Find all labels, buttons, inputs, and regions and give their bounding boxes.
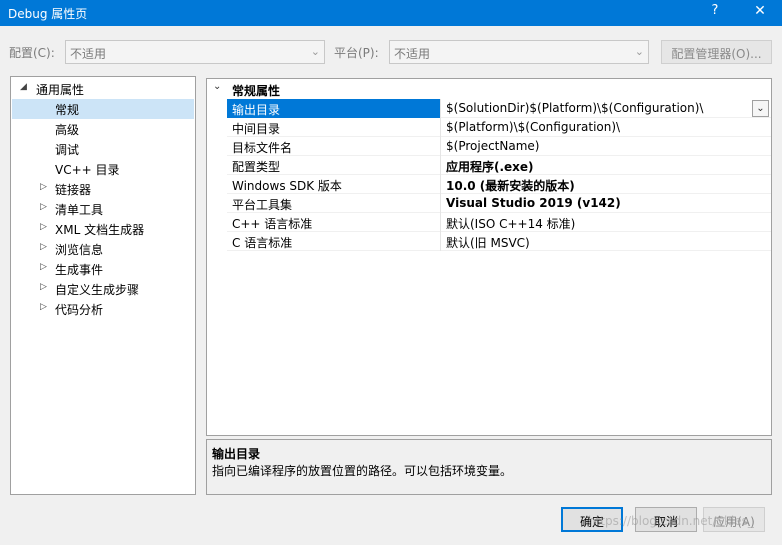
tree-item-debugging[interactable]: 调试 [12, 139, 194, 159]
property-value[interactable]: Visual Studio 2019 (v142) [446, 196, 621, 210]
tree-item-linker[interactable]: ▷ 链接器 [12, 179, 194, 199]
tree-item-label: 自定义生成步骤 [55, 283, 140, 297]
expand-triangle-icon[interactable]: ▷ [40, 242, 47, 252]
window-title: Debug 属性页 [8, 7, 88, 21]
category-title: 常规属性 [232, 84, 281, 98]
configuration-bar: 配置(C): 不适用 ⌄ 平台(P): 不适用 ⌄ 配置管理器(O)... [0, 40, 782, 64]
property-row-target-name[interactable]: 目标文件名 $(ProjectName) [227, 137, 771, 156]
property-grid: ⌄ 常规属性 输出目录 $(SolutionDir)$(Platform)\$(… [206, 78, 772, 436]
tree-item-label: 生成事件 [55, 263, 104, 277]
collapse-triangle-icon[interactable]: ◢ [20, 82, 27, 92]
watermark: https://blog.csdn.net/Skies_ [588, 514, 754, 528]
title-bar: Debug 属性页 ? ✕ [0, 0, 782, 26]
category-header[interactable]: ⌄ 常规属性 [207, 79, 771, 99]
platform-select[interactable]: 不适用 ⌄ [389, 40, 649, 64]
help-button[interactable]: ? [706, 3, 724, 18]
tree-item-label: 清单工具 [55, 203, 104, 217]
property-row-c-language-standard[interactable]: C 语言标准 默认(旧 MSVC) [227, 232, 771, 251]
property-name: C 语言标准 [227, 232, 441, 251]
property-name: 目标文件名 [227, 137, 441, 156]
tree-item-xml-doc-generator[interactable]: ▷ XML 文档生成器 [12, 219, 194, 239]
close-button[interactable]: ✕ [750, 3, 770, 19]
description-title: 输出目录 [212, 447, 261, 461]
tree-item-label: 常规 [55, 103, 80, 117]
property-row-output-directory[interactable]: 输出目录 $(SolutionDir)$(Platform)\$(Configu… [227, 99, 771, 118]
platform-value: 不适用 [394, 47, 431, 61]
tree-item-label: XML 文档生成器 [55, 223, 145, 237]
expand-triangle-icon[interactable]: ▷ [40, 282, 47, 292]
config-value: 不适用 [70, 47, 107, 61]
tree-item-vc-directories[interactable]: VC++ 目录 [12, 159, 194, 179]
property-name: 平台工具集 [227, 194, 441, 213]
tree-item-label: 链接器 [55, 183, 92, 197]
property-row-windows-sdk-version[interactable]: Windows SDK 版本 10.0 (最新安装的版本) [227, 175, 771, 194]
tree-item-label: 高级 [55, 123, 80, 137]
config-label: 配置(C): [9, 46, 55, 60]
tree-item-label: 调试 [55, 143, 80, 157]
config-manager-button[interactable]: 配置管理器(O)... [661, 40, 772, 64]
description-text: 指向已编译程序的放置位置的路径。可以包括环境变量。 [212, 464, 513, 478]
chevron-down-icon: ⌄ [310, 45, 320, 58]
tree-item-label: VC++ 目录 [55, 163, 120, 177]
tree-item-advanced[interactable]: 高级 [12, 119, 194, 139]
config-select[interactable]: 不适用 ⌄ [65, 40, 325, 64]
property-value[interactable]: $(SolutionDir)$(Platform)\$(Configuratio… [446, 101, 703, 115]
collapse-chevron-icon[interactable]: ⌄ [213, 81, 221, 92]
expand-triangle-icon[interactable]: ▷ [40, 222, 47, 232]
tree-item-label: 代码分析 [55, 303, 104, 317]
property-value[interactable]: $(ProjectName) [446, 139, 539, 153]
expand-triangle-icon[interactable]: ▷ [40, 262, 47, 272]
tree-item-label: 浏览信息 [55, 243, 104, 257]
tree-item-build-events[interactable]: ▷ 生成事件 [12, 259, 194, 279]
property-row-cpp-language-standard[interactable]: C++ 语言标准 默认(ISO C++14 标准) [227, 213, 771, 232]
expand-triangle-icon[interactable]: ▷ [40, 202, 47, 212]
property-name: 输出目录 [227, 99, 441, 118]
property-name: 中间目录 [227, 118, 441, 137]
tree-item-browse-information[interactable]: ▷ 浏览信息 [12, 239, 194, 259]
tree-item-general[interactable]: 常规 [12, 99, 194, 119]
property-value[interactable]: 应用程序(.exe) [446, 158, 534, 175]
platform-label: 平台(P): [334, 46, 379, 60]
category-tree: ◢ 通用属性 常规 高级 调试 VC++ 目录 ▷ 链接器 ▷ 清单工具 ▷ X… [10, 76, 196, 495]
property-row-intermediate-directory[interactable]: 中间目录 $(Platform)\$(Configuration)\ [227, 118, 771, 137]
expand-triangle-icon[interactable]: ▷ [40, 182, 47, 192]
property-row-platform-toolset[interactable]: 平台工具集 Visual Studio 2019 (v142) [227, 194, 771, 213]
property-name: 配置类型 [227, 156, 441, 175]
chevron-down-icon[interactable]: ⌄ [752, 100, 769, 117]
tree-item-common-properties[interactable]: ◢ 通用属性 [12, 79, 194, 99]
tree-item-code-analysis[interactable]: ▷ 代码分析 [12, 299, 194, 319]
tree-item-label: 通用属性 [36, 83, 85, 97]
property-row-configuration-type[interactable]: 配置类型 应用程序(.exe) [227, 156, 771, 175]
property-name: C++ 语言标准 [227, 213, 441, 232]
description-panel: 输出目录 指向已编译程序的放置位置的路径。可以包括环境变量。 [206, 439, 772, 495]
property-value[interactable]: $(Platform)\$(Configuration)\ [446, 120, 620, 134]
property-value[interactable]: 默认(旧 MSVC) [446, 234, 530, 251]
property-value[interactable]: 默认(ISO C++14 标准) [446, 215, 575, 232]
expand-triangle-icon[interactable]: ▷ [40, 302, 47, 312]
property-value[interactable]: 10.0 (最新安装的版本) [446, 177, 575, 194]
tree-item-custom-build-step[interactable]: ▷ 自定义生成步骤 [12, 279, 194, 299]
property-name: Windows SDK 版本 [227, 175, 441, 194]
chevron-down-icon: ⌄ [634, 45, 644, 58]
tree-item-manifest-tool[interactable]: ▷ 清单工具 [12, 199, 194, 219]
